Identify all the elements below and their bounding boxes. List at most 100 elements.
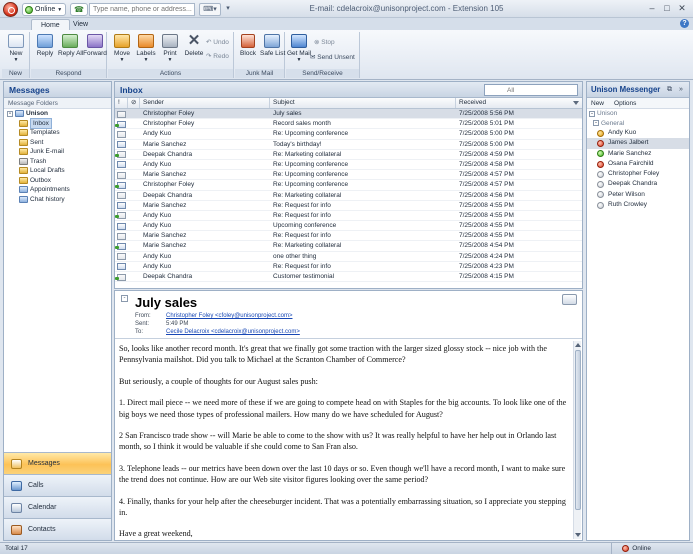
contact-group-general[interactable]: - General xyxy=(587,119,689,129)
connection-status[interactable]: Online xyxy=(611,543,657,554)
column-header-received[interactable]: Received xyxy=(456,98,582,108)
folder-root-unison[interactable]: - Unison xyxy=(4,109,111,119)
folder-junk-email[interactable]: Junk E-mail xyxy=(4,147,111,157)
table-row[interactable]: Andy Kuo Re: Request for info 7/25/2008 4:… xyxy=(115,211,582,222)
send-unsent-button[interactable]: ✉ Send Unsent xyxy=(310,53,355,63)
scroll-up-icon[interactable] xyxy=(575,343,581,347)
pop-out-icon[interactable]: ⧉ xyxy=(667,85,672,94)
row-sender: Andy Kuo xyxy=(143,211,172,219)
scroll-down-icon[interactable] xyxy=(575,533,581,537)
collapse-icon[interactable]: - xyxy=(593,120,599,127)
close-icon[interactable]: ✕ xyxy=(676,3,688,14)
folder-local-drafts[interactable]: Local Drafts xyxy=(4,166,111,176)
table-row[interactable]: Marie Sanchez Re: Request for info 7/25/20… xyxy=(115,201,582,211)
contact-item[interactable]: Osana Fairchild xyxy=(587,159,689,169)
ribbon: New ▼ New Reply Reply All Forward Respon… xyxy=(0,30,693,80)
contact-item[interactable]: Christopher Foley xyxy=(587,169,689,179)
from-address-link[interactable]: Christopher Foley <cfoley@unisonproject.… xyxy=(166,313,292,319)
folder-templates[interactable]: Templates xyxy=(4,128,111,138)
contact-item[interactable]: Deepak Chandra xyxy=(587,179,689,189)
folder-outbox[interactable]: Outbox xyxy=(4,176,111,186)
chevron-down-icon: ▼ xyxy=(119,57,125,63)
labels-button[interactable]: Labels ▼ xyxy=(134,33,158,65)
collapse-icon[interactable]: - xyxy=(589,110,595,117)
customize-toolbar-icon[interactable]: ▾ xyxy=(224,3,232,16)
folder-appointments[interactable]: Appointments xyxy=(4,185,111,195)
collapse-icon[interactable]: - xyxy=(7,110,13,117)
templates-folder-icon xyxy=(19,129,28,137)
scrollbar-thumb[interactable] xyxy=(575,350,581,510)
contact-group-root[interactable]: - Unison xyxy=(587,109,689,119)
to-address-link[interactable]: Cecile Delacroix <cdelacroix@unisonproje… xyxy=(166,329,300,335)
move-button[interactable]: Move ▼ xyxy=(110,33,134,65)
table-row[interactable]: Andy Kuo Re: Request for info 7/25/2008 4:… xyxy=(115,262,582,272)
reply-all-button[interactable]: Reply All xyxy=(58,33,83,65)
contact-item[interactable]: James Jalbert xyxy=(587,138,689,149)
column-header-sender[interactable]: Sender xyxy=(140,98,270,108)
folder-chat-history[interactable]: Chat history xyxy=(4,195,111,205)
undo-button[interactable]: ↶ Undo xyxy=(206,38,229,48)
row-sender: Marie Sanchez xyxy=(143,171,187,179)
dial-input[interactable] xyxy=(89,3,195,16)
table-row[interactable]: Marie Sanchez Re: Request for info 7/25/20… xyxy=(115,231,582,242)
address-book-button[interactable]: ⌨▾ xyxy=(199,3,221,16)
table-row[interactable]: Christopher Foley Re: Upcoming conference… xyxy=(115,180,582,191)
table-row[interactable]: Andy Kuo Re: Upcoming conference 7/25/2008… xyxy=(115,160,582,171)
contact-item[interactable]: Ruth Crowley xyxy=(587,200,689,210)
nav-calls[interactable]: Calls xyxy=(4,474,111,496)
nav-messages[interactable]: Messages xyxy=(4,452,111,474)
reading-pane-scrollbar[interactable] xyxy=(573,341,581,539)
new-button[interactable]: New ▼ xyxy=(4,33,28,65)
table-row[interactable]: Marie Sanchez Today's birthday! 7/25/2008 … xyxy=(115,140,582,150)
table-row[interactable]: Marie Sanchez Re: Upcoming conference 7/25… xyxy=(115,170,582,181)
safe-list-button[interactable]: Safe List xyxy=(260,33,285,65)
attachment-column-icon[interactable]: ⊘ xyxy=(128,98,140,108)
print-button[interactable]: Print ▼ xyxy=(158,33,182,65)
table-row[interactable]: Deepak Chandra Re: Marketing collateral 7/… xyxy=(115,150,582,160)
folder-sent[interactable]: Sent xyxy=(4,138,111,148)
presence-status-dropdown[interactable]: Online ▼ xyxy=(22,3,66,16)
table-row[interactable]: Andy Kuo one other thing 7/25/2008 4:24 PM xyxy=(115,252,582,262)
messenger-menu-options[interactable]: Options xyxy=(614,98,636,108)
table-row[interactable]: Deepak Chandra Customer testimonial 7/25/2… xyxy=(115,272,582,283)
table-row[interactable]: Andy Kuo Upcoming conference 7/25/2008 4:5… xyxy=(115,221,582,232)
tab-view[interactable]: View xyxy=(64,19,97,30)
table-row[interactable]: Andy Kuo Re: Upcoming conference 7/25/2008… xyxy=(115,129,582,140)
phone-icon[interactable]: ☎ xyxy=(70,3,88,16)
appointments-folder-icon xyxy=(19,186,28,194)
get-mail-button[interactable]: Get Mail ▼ xyxy=(287,33,311,65)
contact-item[interactable]: Peter Wilson xyxy=(587,190,689,200)
folder-inbox[interactable]: Inbox xyxy=(4,117,111,129)
row-sender: Andy Kuo xyxy=(143,160,172,168)
nav-contacts[interactable]: Contacts xyxy=(4,518,111,540)
folder-label: Templates xyxy=(30,129,60,136)
messenger-menu-new[interactable]: New xyxy=(591,98,604,108)
reply-button[interactable]: Reply xyxy=(33,33,57,65)
block-button[interactable]: Block xyxy=(236,33,260,65)
row-received: 7/25/2008 5:00 PM xyxy=(459,140,514,148)
table-row[interactable]: Christopher Foley July sales 7/25/2008 5:5… xyxy=(115,109,582,120)
table-row[interactable]: Christopher Foley Record sales month 7/25/… xyxy=(115,119,582,130)
collapse-header-icon[interactable]: - xyxy=(121,295,128,302)
row-received: 7/25/2008 4:15 PM xyxy=(459,273,514,280)
folder-trash[interactable]: Trash xyxy=(4,157,111,167)
table-row[interactable]: Marie Sanchez Re: Marketing collateral 7/2… xyxy=(115,241,582,252)
table-row[interactable]: Deepak Chandra Re: Marketing collateral 7/… xyxy=(115,191,582,201)
stop-button[interactable]: ⊗ Stop xyxy=(314,38,335,48)
delete-button[interactable]: ✕ Delete xyxy=(182,33,206,65)
help-icon[interactable]: ? xyxy=(680,19,689,28)
app-orb-icon[interactable] xyxy=(3,2,18,17)
minimize-icon[interactable]: – xyxy=(646,3,658,14)
envelope-icon xyxy=(117,263,126,271)
column-header-subject[interactable]: Subject xyxy=(270,98,456,108)
column-header-status[interactable]: ! xyxy=(115,98,128,108)
forward-button[interactable]: Forward xyxy=(83,33,107,65)
contact-item[interactable]: Andy Kuo xyxy=(587,128,689,138)
collapse-pane-icon[interactable]: » xyxy=(679,85,683,94)
redo-button[interactable]: ↷ Redo xyxy=(206,52,229,62)
nav-calendar[interactable]: Calendar xyxy=(4,496,111,518)
search-input[interactable] xyxy=(484,84,578,96)
print-message-icon[interactable] xyxy=(562,294,577,305)
contact-item[interactable]: Marie Sanchez xyxy=(587,149,689,159)
maximize-icon[interactable]: □ xyxy=(661,3,673,14)
